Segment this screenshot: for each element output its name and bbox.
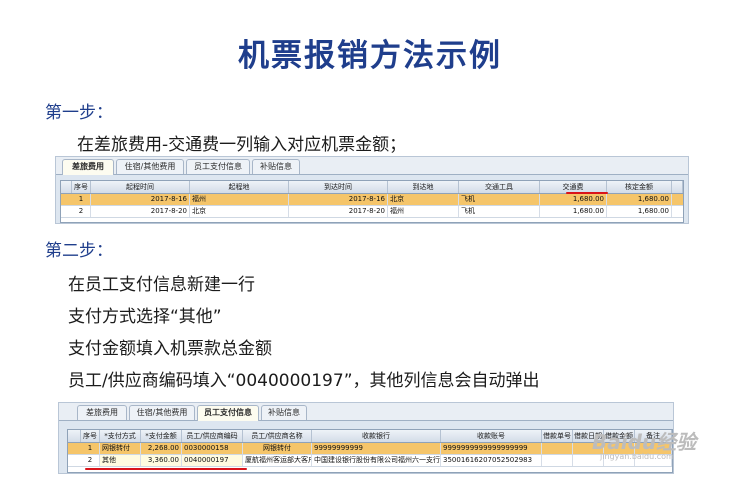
tab-employee-payment[interactable]: 员工支付信息 (186, 159, 250, 174)
step1-text: 在差旅费用-交通费一列输入对应机票金额； (77, 135, 407, 155)
col-header-seq: 序号 (72, 181, 91, 193)
travel-expense-panel: 差旅费用 住宿/其他费用 员工支付信息 补贴信息 序号 起程时间 起程地 到达时… (55, 156, 689, 224)
row-depart-place[interactable]: 福州 (190, 194, 289, 205)
table-row[interactable]: 1 2017-8-16 福州 2017-8-16 北京 飞机 1,680.00 … (61, 194, 683, 206)
step2-heading: 第二步： (45, 241, 113, 261)
row-pay-amount[interactable]: 3,360.00 (141, 455, 182, 466)
col-header-transport: 交通工具 (459, 181, 540, 193)
tab-lodging-other[interactable]: 住宿/其他费用 (116, 159, 184, 174)
tab-allowance[interactable]: 补贴信息 (252, 159, 300, 174)
row-seq: 2 (81, 455, 100, 466)
highlight-underline (566, 192, 608, 194)
col-header-approved-amount: 核定金额 (607, 181, 672, 193)
col-header-pay-method: *支付方式 (100, 430, 141, 442)
row-account[interactable]: 35001616207052502983 (441, 455, 542, 466)
page-title: 机票报销方法示例 (238, 38, 502, 74)
table-header: 序号 *支付方式 *支付金额 员工/供应商编码 员工/供应商名称 收款银行 收款… (68, 430, 672, 443)
col-header-account: 收款账号 (441, 430, 542, 442)
row-seq: 1 (81, 443, 100, 454)
step2-line-2: 支付方式选择“其他” (68, 307, 222, 327)
column-settings-icon[interactable] (672, 181, 683, 193)
col-header-vendor-code: 员工/供应商编码 (182, 430, 243, 442)
step2-line-4: 员工/供应商编码填入“0040000197”，其他列信息会自动弹出 (68, 371, 540, 391)
row-vendor-name: 厦航福州客运部大客户 (245, 455, 312, 466)
row-vendor-name: 网银转付 (243, 443, 312, 454)
row-approved-amount: 1,680.00 (607, 206, 672, 217)
col-header-vendor-name: 员工/供应商名称 (243, 430, 312, 442)
row-loan-no[interactable] (542, 443, 573, 454)
row-vendor-code[interactable]: 0040000197 (182, 455, 243, 466)
row-vendor-code[interactable]: 0030000158 (182, 443, 243, 454)
row-transport-fee[interactable]: 1,680.00 (540, 206, 607, 217)
row-arrive-place[interactable]: 福州 (388, 206, 459, 217)
row-arrive-time[interactable]: 2017-8-20 (289, 206, 388, 217)
col-header-arrive-place: 到达地 (388, 181, 459, 193)
row-account[interactable]: 9999999999999999999 (441, 443, 542, 454)
row-loan-no[interactable] (542, 455, 573, 466)
row-arrive-time[interactable]: 2017-8-16 (289, 194, 388, 205)
row-transport-fee[interactable]: 1,680.00 (540, 194, 607, 205)
table-row[interactable]: 2 2017-8-20 北京 2017-8-20 福州 飞机 1,680.00 … (61, 206, 683, 218)
row-depart-place[interactable]: 北京 (190, 206, 289, 217)
row-pay-method[interactable]: 其他 (100, 455, 141, 466)
tab-lodging-other[interactable]: 住宿/其他费用 (129, 405, 195, 420)
row-seq: 2 (72, 206, 91, 217)
col-header-bank: 收款银行 (312, 430, 441, 442)
tab-employee-payment[interactable]: 员工支付信息 (197, 405, 259, 421)
step1-heading: 第一步： (45, 103, 113, 123)
travel-expense-table: 序号 起程时间 起程地 到达时间 到达地 交通工具 交通费 核定金额 1 201… (60, 180, 684, 223)
row-depart-time[interactable]: 2017-8-20 (91, 206, 190, 217)
col-header-depart-place: 起程地 (190, 181, 289, 193)
row-pay-amount[interactable]: 2,268.00 (141, 443, 182, 454)
step2-line-3: 支付金额填入机票款总金额 (68, 339, 272, 359)
step2-line-1: 在员工支付信息新建一行 (68, 275, 255, 295)
table-row[interactable]: 2 其他 3,360.00 0040000197 厦航福州客运部大客户 中国建设… (68, 455, 672, 467)
col-header-loan-no: 借款单号 (543, 430, 573, 442)
row-bank[interactable]: 99999999999 (312, 443, 441, 454)
employee-payment-panel: 差旅费用 住宿/其他费用 员工支付信息 补贴信息 序号 *支付方式 *支付金额 … (58, 402, 674, 474)
table-row[interactable]: 1 网银转付 2,268.00 0030000158 网银转付 99999999… (68, 443, 672, 455)
row-bank[interactable]: 中国建设银行股份有限公司福州六一支行 (312, 455, 441, 466)
baidu-watermark: Baidu经验 (592, 430, 697, 454)
row-pay-method[interactable]: 网银转付 (100, 443, 141, 454)
row-transport[interactable]: 飞机 (459, 206, 540, 217)
row-approved-amount: 1,680.00 (607, 194, 672, 205)
col-header-seq: 序号 (81, 430, 100, 442)
col-header-arrive-time: 到达时间 (289, 181, 388, 193)
highlight-underline (85, 468, 247, 470)
tab-allowance[interactable]: 补贴信息 (261, 405, 307, 420)
row-depart-time[interactable]: 2017-8-16 (91, 194, 190, 205)
select-all-icon[interactable] (61, 181, 72, 193)
tab-travel-expense[interactable]: 差旅费用 (62, 159, 114, 175)
tab-travel-expense[interactable]: 差旅费用 (77, 405, 127, 420)
tab-strip: 差旅费用 住宿/其他费用 员工支付信息 补贴信息 (59, 403, 673, 421)
select-all-icon[interactable] (68, 430, 81, 442)
row-arrive-place[interactable]: 北京 (388, 194, 459, 205)
baidu-watermark-url: jingyan.baidu.com (600, 452, 674, 461)
col-header-depart-time: 起程时间 (91, 181, 190, 193)
employee-payment-table: 序号 *支付方式 *支付金额 员工/供应商编码 员工/供应商名称 收款银行 收款… (67, 429, 673, 473)
col-header-pay-amount: *支付金额 (141, 430, 182, 442)
row-seq: 1 (72, 194, 91, 205)
row-transport[interactable]: 飞机 (459, 194, 540, 205)
tab-strip: 差旅费用 住宿/其他费用 员工支付信息 补贴信息 (56, 157, 688, 175)
